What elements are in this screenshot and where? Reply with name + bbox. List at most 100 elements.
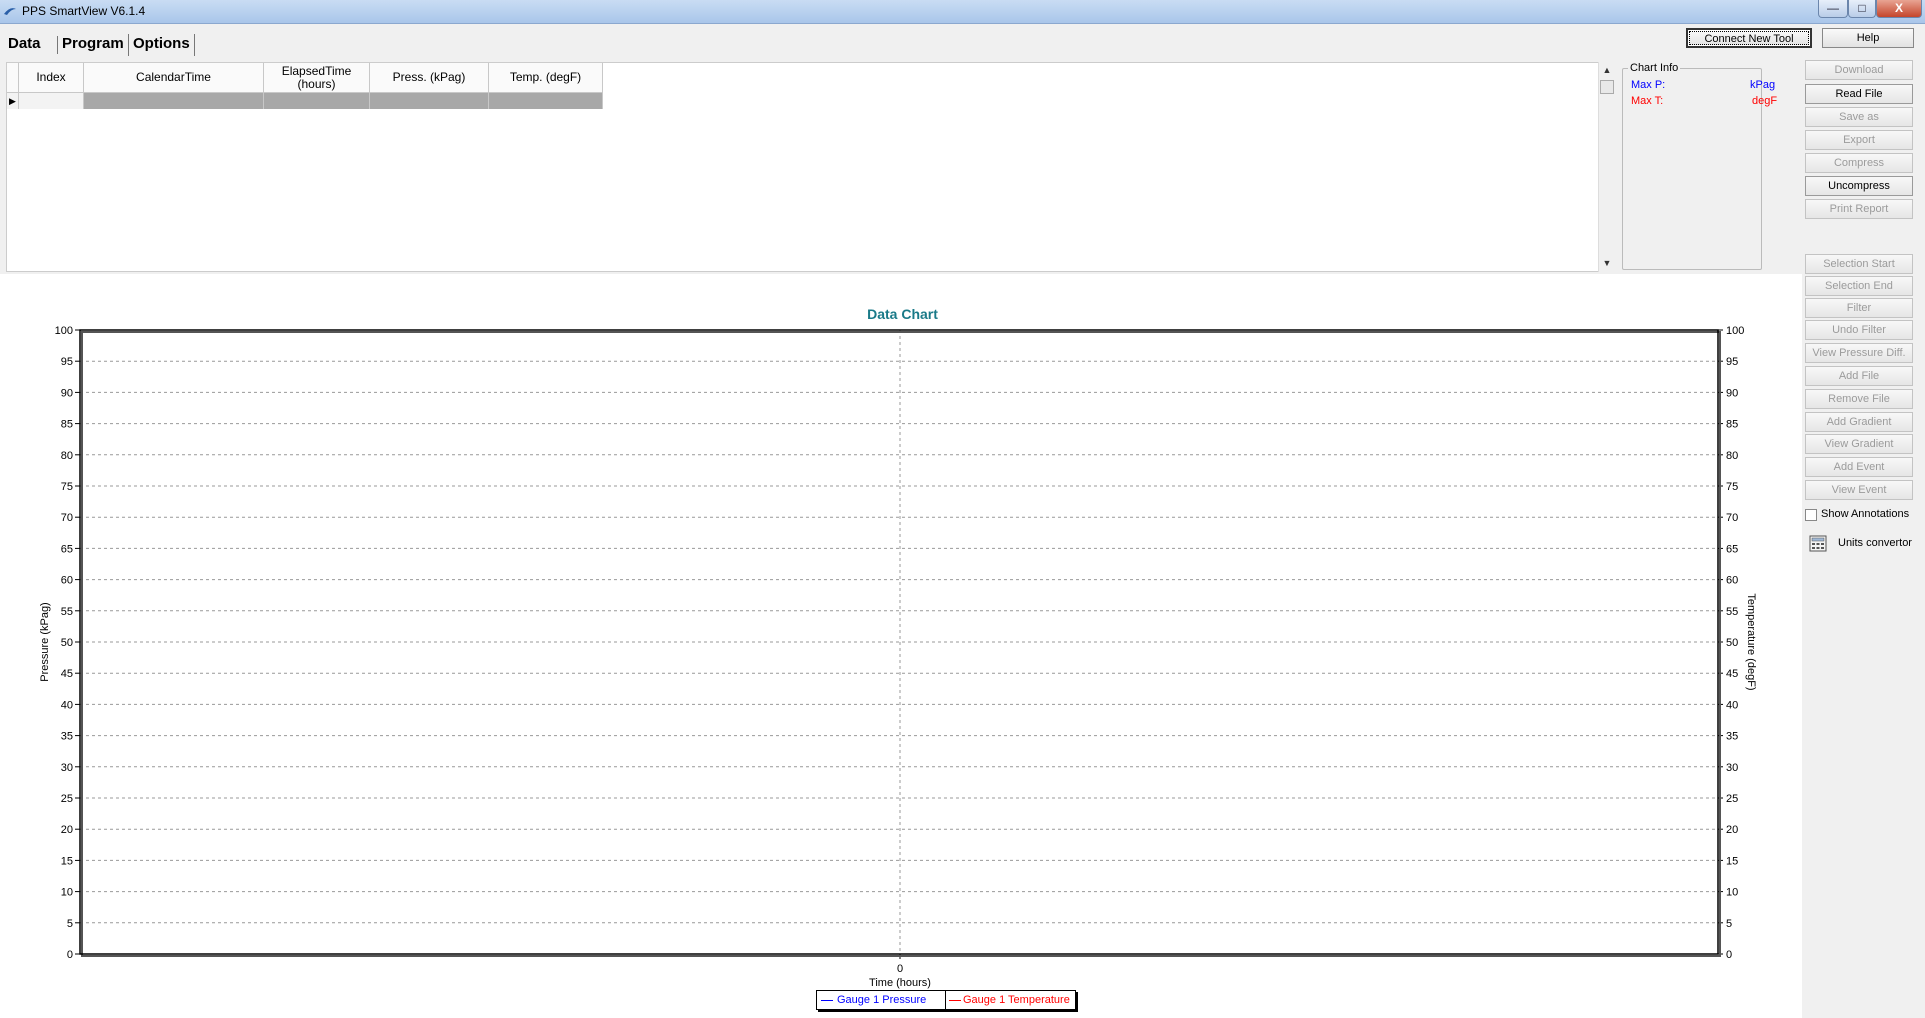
grid-cell-elapsedtime[interactable]	[264, 93, 370, 109]
tab-options[interactable]: Options	[129, 34, 195, 56]
view-gradient-button[interactable]: View Gradient	[1805, 434, 1913, 454]
download-button[interactable]: Download	[1805, 60, 1913, 80]
tick-label-left: 100	[55, 325, 73, 337]
close-button[interactable]: X	[1876, 0, 1922, 18]
add-file-button[interactable]: Add File	[1805, 366, 1913, 386]
view-pressure-diff-button[interactable]: View Pressure Diff.	[1805, 343, 1913, 363]
tick-label-left: 20	[61, 824, 73, 836]
tick-label-left: 70	[61, 512, 73, 524]
data-chart[interactable]: 0 05 510 1015 1520 2025 2530 3035 3540 4045 4550 50…	[0, 274, 1802, 1018]
tick-label-right: 40	[1726, 699, 1738, 711]
legend-pressure-label: Gauge 1 Pressure	[837, 994, 927, 1006]
tick-label-right: 85	[1726, 419, 1738, 431]
minimize-button[interactable]: —	[1818, 0, 1848, 18]
units-convertor-label[interactable]: Units convertor	[1838, 537, 1912, 549]
tick-label-right: 65	[1726, 543, 1738, 555]
tick-label-right: 20	[1726, 824, 1738, 836]
tick-label-bottom: 0	[897, 963, 903, 975]
show-annotations-label[interactable]: Show Annotations	[1821, 508, 1909, 520]
tick-label-right: 60	[1726, 575, 1738, 587]
y-axis-label: Pressure (kPag)	[39, 602, 51, 681]
tick-label-right: 25	[1726, 793, 1738, 805]
tick-label-left: 85	[61, 419, 73, 431]
tick-label-right: 100	[1726, 325, 1744, 337]
export-button[interactable]: Export	[1805, 130, 1913, 150]
tick-label-right: 35	[1726, 731, 1738, 743]
tick-label-right: 75	[1726, 481, 1738, 493]
tick-label-left: 15	[61, 855, 73, 867]
connect-new-tool-button[interactable]: Connect New Tool	[1686, 28, 1812, 48]
maximize-button[interactable]: □	[1848, 0, 1876, 18]
scroll-thumb[interactable]	[1600, 80, 1614, 94]
data-grid[interactable]: Index CalendarTime ElapsedTime (hours) P…	[6, 62, 1603, 272]
tick-label-left: 55	[61, 606, 73, 618]
add-event-button[interactable]: Add Event	[1805, 457, 1913, 477]
tick-label-right: 15	[1726, 855, 1738, 867]
tick-label-right: 45	[1726, 668, 1738, 680]
tick-label-right: 50	[1726, 637, 1738, 649]
max-temperature-label: Max T:	[1631, 95, 1664, 107]
show-annotations-checkbox[interactable]	[1805, 509, 1817, 521]
uncompress-button[interactable]: Uncompress	[1805, 176, 1913, 196]
grid-cell-pressure[interactable]	[370, 93, 489, 109]
calculator-icon[interactable]	[1808, 533, 1828, 553]
max-pressure-unit: kPag	[1750, 79, 1776, 91]
tick-label-left: 25	[61, 793, 73, 805]
tick-label-left: 80	[61, 450, 73, 462]
tick-label-left: 90	[61, 387, 73, 399]
tick-label-left: 10	[61, 887, 73, 899]
tick-label-left: 65	[61, 543, 73, 555]
tick-label-left: 95	[61, 356, 73, 368]
print-report-button[interactable]: Print Report	[1805, 199, 1913, 219]
read-file-button[interactable]: Read File	[1805, 84, 1913, 104]
column-header-elapsedtime[interactable]: ElapsedTime (hours)	[264, 63, 370, 93]
row-indicator-icon: ▶	[7, 93, 19, 109]
scroll-up-icon[interactable]: ▲	[1600, 63, 1614, 77]
tick-label-left: 75	[61, 481, 73, 493]
filter-button[interactable]: Filter	[1805, 298, 1913, 318]
legend-pressure-swatch	[821, 1000, 833, 1001]
tick-label-left: 0	[67, 949, 73, 961]
help-button[interactable]: Help	[1822, 28, 1914, 48]
max-pressure-label: Max P:	[1631, 79, 1666, 91]
save-as-button[interactable]: Save as	[1805, 107, 1913, 127]
remove-file-button[interactable]: Remove File	[1805, 389, 1913, 409]
tick-label-left: 50	[61, 637, 73, 649]
tick-label-right: 10	[1726, 887, 1738, 899]
tick-label-left: 40	[61, 699, 73, 711]
legend-temperature-swatch	[949, 1000, 961, 1001]
x-axis-label: Time (hours)	[869, 977, 931, 989]
grid-cell-temperature[interactable]	[489, 93, 603, 109]
tab-data[interactable]: Data	[4, 34, 45, 56]
max-temperature-unit: degF	[1752, 95, 1778, 107]
y2-axis-label: Temperature (degF)	[1745, 593, 1757, 690]
window-title: PPS SmartView V6.1.4	[22, 4, 146, 18]
tick-label-right: 30	[1726, 762, 1738, 774]
column-header-pressure[interactable]: Press. (kPag)	[370, 63, 489, 93]
view-event-button[interactable]: View Event	[1805, 480, 1913, 500]
column-header-index[interactable]: Index	[19, 63, 84, 93]
compress-button[interactable]: Compress	[1805, 153, 1913, 173]
add-gradient-button[interactable]: Add Gradient	[1805, 412, 1913, 432]
tick-label-right: 55	[1726, 606, 1738, 618]
tick-label-left: 5	[67, 918, 73, 930]
grid-cell-index[interactable]	[19, 93, 84, 109]
undo-filter-button[interactable]: Undo Filter	[1805, 320, 1913, 340]
tab-program[interactable]: Program	[58, 34, 129, 56]
tick-label-left: 30	[61, 762, 73, 774]
tick-label-left: 60	[61, 575, 73, 587]
grid-cell-calendartime[interactable]	[84, 93, 264, 109]
column-header-temperature[interactable]: Temp. (degF)	[489, 63, 603, 93]
chart-legend[interactable]: Gauge 1 Pressure Gauge 1 Temperature	[816, 990, 1076, 1010]
grid-corner	[7, 63, 19, 93]
column-header-calendartime[interactable]: CalendarTime	[84, 63, 264, 93]
grid-vertical-scrollbar[interactable]: ▲ ▼	[1598, 62, 1615, 272]
tick-label-right: 70	[1726, 512, 1738, 524]
title-bar	[0, 0, 1925, 24]
scroll-down-icon[interactable]: ▼	[1600, 256, 1614, 270]
tick-label-right: 80	[1726, 450, 1738, 462]
selection-end-button[interactable]: Selection End	[1805, 276, 1913, 296]
plot-shadow	[81, 331, 1721, 957]
selection-start-button[interactable]: Selection Start	[1805, 254, 1913, 274]
tick-label-left: 35	[61, 731, 73, 743]
